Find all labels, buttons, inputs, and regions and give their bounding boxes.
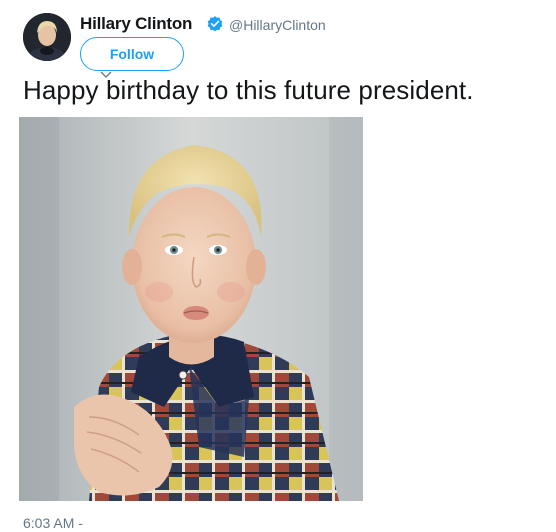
tweet-photo[interactable] [19, 117, 363, 501]
profile-photo-icon [23, 13, 71, 61]
verified-badge-icon [207, 16, 223, 32]
vintage-portrait-photo-icon [19, 117, 363, 501]
tweet-text: Happy birthday to this future president. [23, 75, 474, 105]
follow-button[interactable]: Follow [80, 37, 184, 71]
user-handle[interactable]: @HillaryClinton [229, 17, 326, 33]
avatar[interactable] [23, 13, 71, 61]
user-name[interactable]: Hillary Clinton [80, 14, 192, 34]
tweet-card: Hillary Clinton @HillaryClinton Follow H… [0, 0, 556, 532]
tweet-timestamp[interactable]: 6:03 AM - [23, 515, 83, 531]
